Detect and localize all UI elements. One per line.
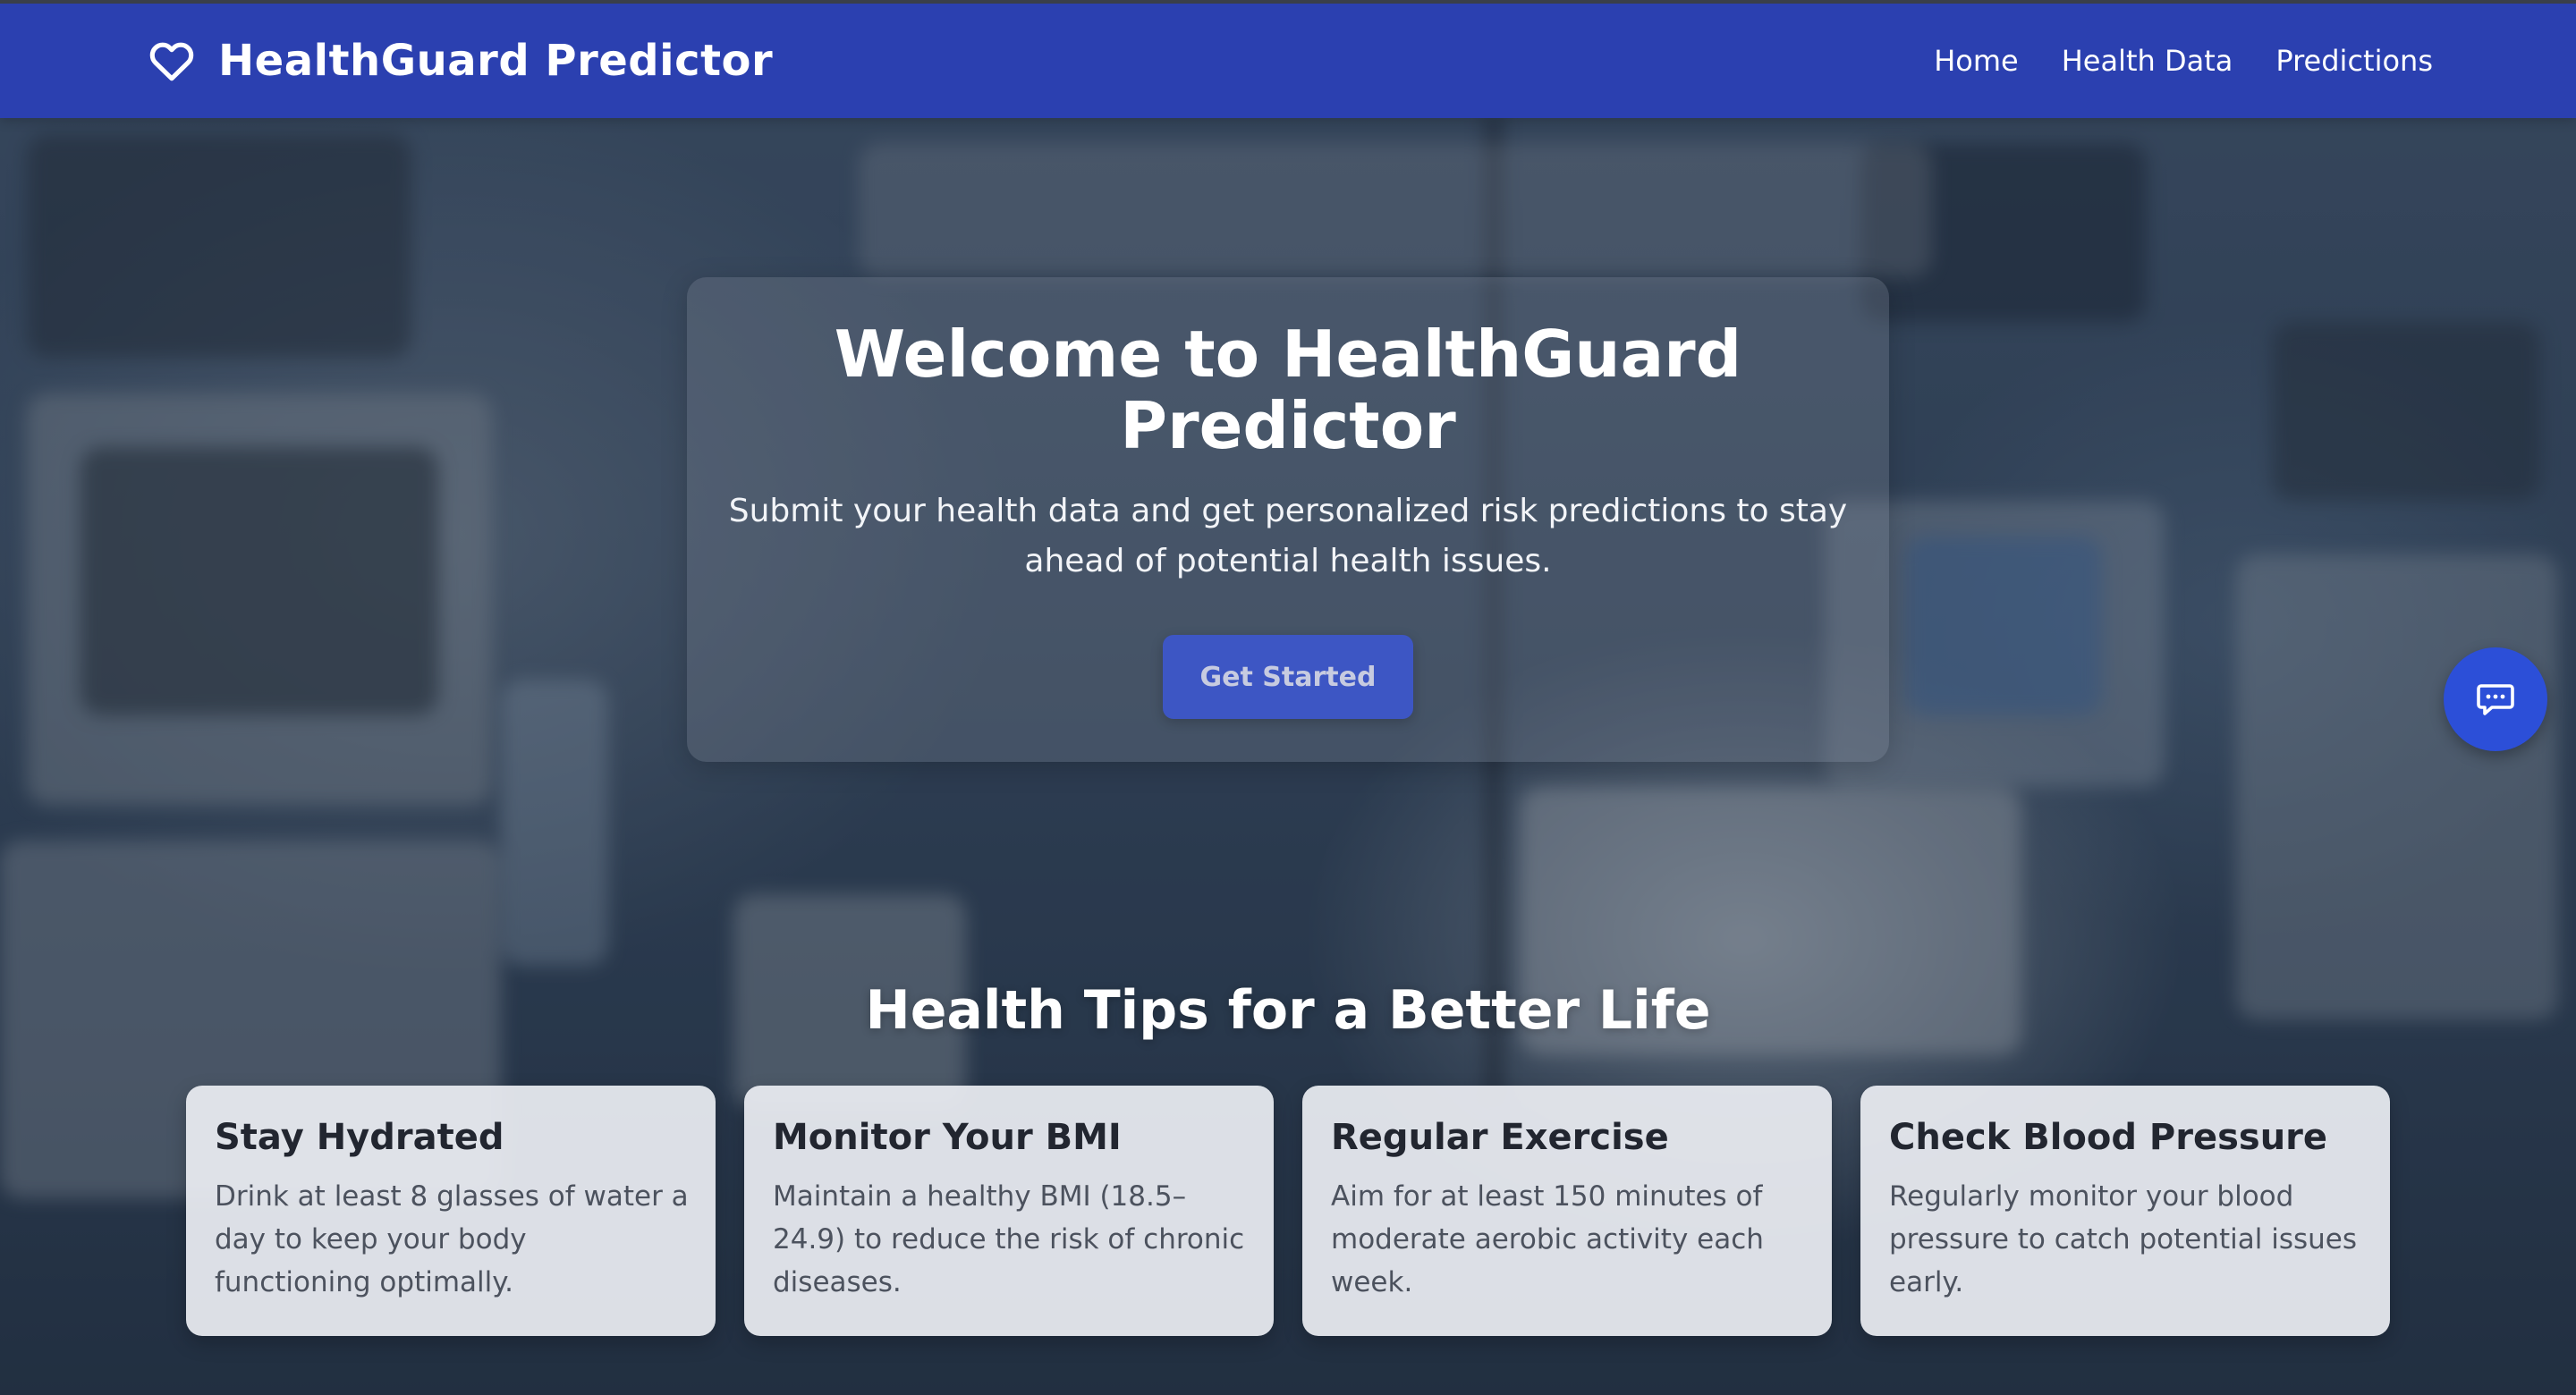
tip-title: Monitor Your BMI: [773, 1117, 1122, 1158]
tip-title: Stay Hydrated: [215, 1117, 504, 1158]
tips-heading: Health Tips for a Better Life: [865, 979, 1711, 1042]
tip-text: Aim for at least 150 minutes of moderate…: [1331, 1180, 1764, 1298]
tip-card-check-blood-pressure: Check Blood Pressure Regularly monitor y…: [1860, 1086, 2390, 1336]
get-started-button[interactable]: Get Started: [1163, 635, 1413, 719]
nav-links: Home Health Data Predictions: [1934, 4, 2433, 118]
brand-title: HealthGuard Predictor: [218, 36, 774, 86]
chat-button[interactable]: [2444, 647, 2547, 751]
nav-link-health-data[interactable]: Health Data: [2062, 44, 2233, 78]
tip-title: Check Blood Pressure: [1889, 1117, 2328, 1158]
tip-title: Regular Exercise: [1331, 1117, 1669, 1158]
chat-bubble-icon: [2474, 678, 2517, 721]
tip-card-monitor-bmi: Monitor Your BMI Maintain a healthy BMI …: [744, 1086, 1274, 1336]
tip-card-stay-hydrated: Stay Hydrated Drink at least 8 glasses o…: [186, 1086, 716, 1336]
tip-text: Drink at least 8 glasses of water a day …: [215, 1180, 689, 1298]
hero-card: Welcome to HealthGuard Predictor Submit …: [687, 277, 1889, 762]
hero-subtitle: Submit your health data and get personal…: [728, 493, 1848, 579]
nav-link-predictions[interactable]: Predictions: [2275, 44, 2433, 78]
top-navbar: HealthGuard Predictor Home Health Data P…: [0, 0, 2576, 118]
brand[interactable]: HealthGuard Predictor: [147, 4, 773, 118]
tip-text: Regularly monitor your blood pressure to…: [1889, 1180, 2358, 1298]
tip-card-regular-exercise: Regular Exercise Aim for at least 150 mi…: [1302, 1086, 1832, 1336]
heart-outline-icon: [147, 36, 197, 86]
tips-list: Stay Hydrated Drink at least 8 glasses o…: [186, 1086, 2390, 1336]
tip-text: Maintain a healthy BMI (18.5–24.9) to re…: [773, 1180, 1245, 1298]
hero-title: Welcome to HealthGuard Predictor: [834, 317, 1742, 463]
nav-link-home[interactable]: Home: [1934, 44, 2019, 78]
